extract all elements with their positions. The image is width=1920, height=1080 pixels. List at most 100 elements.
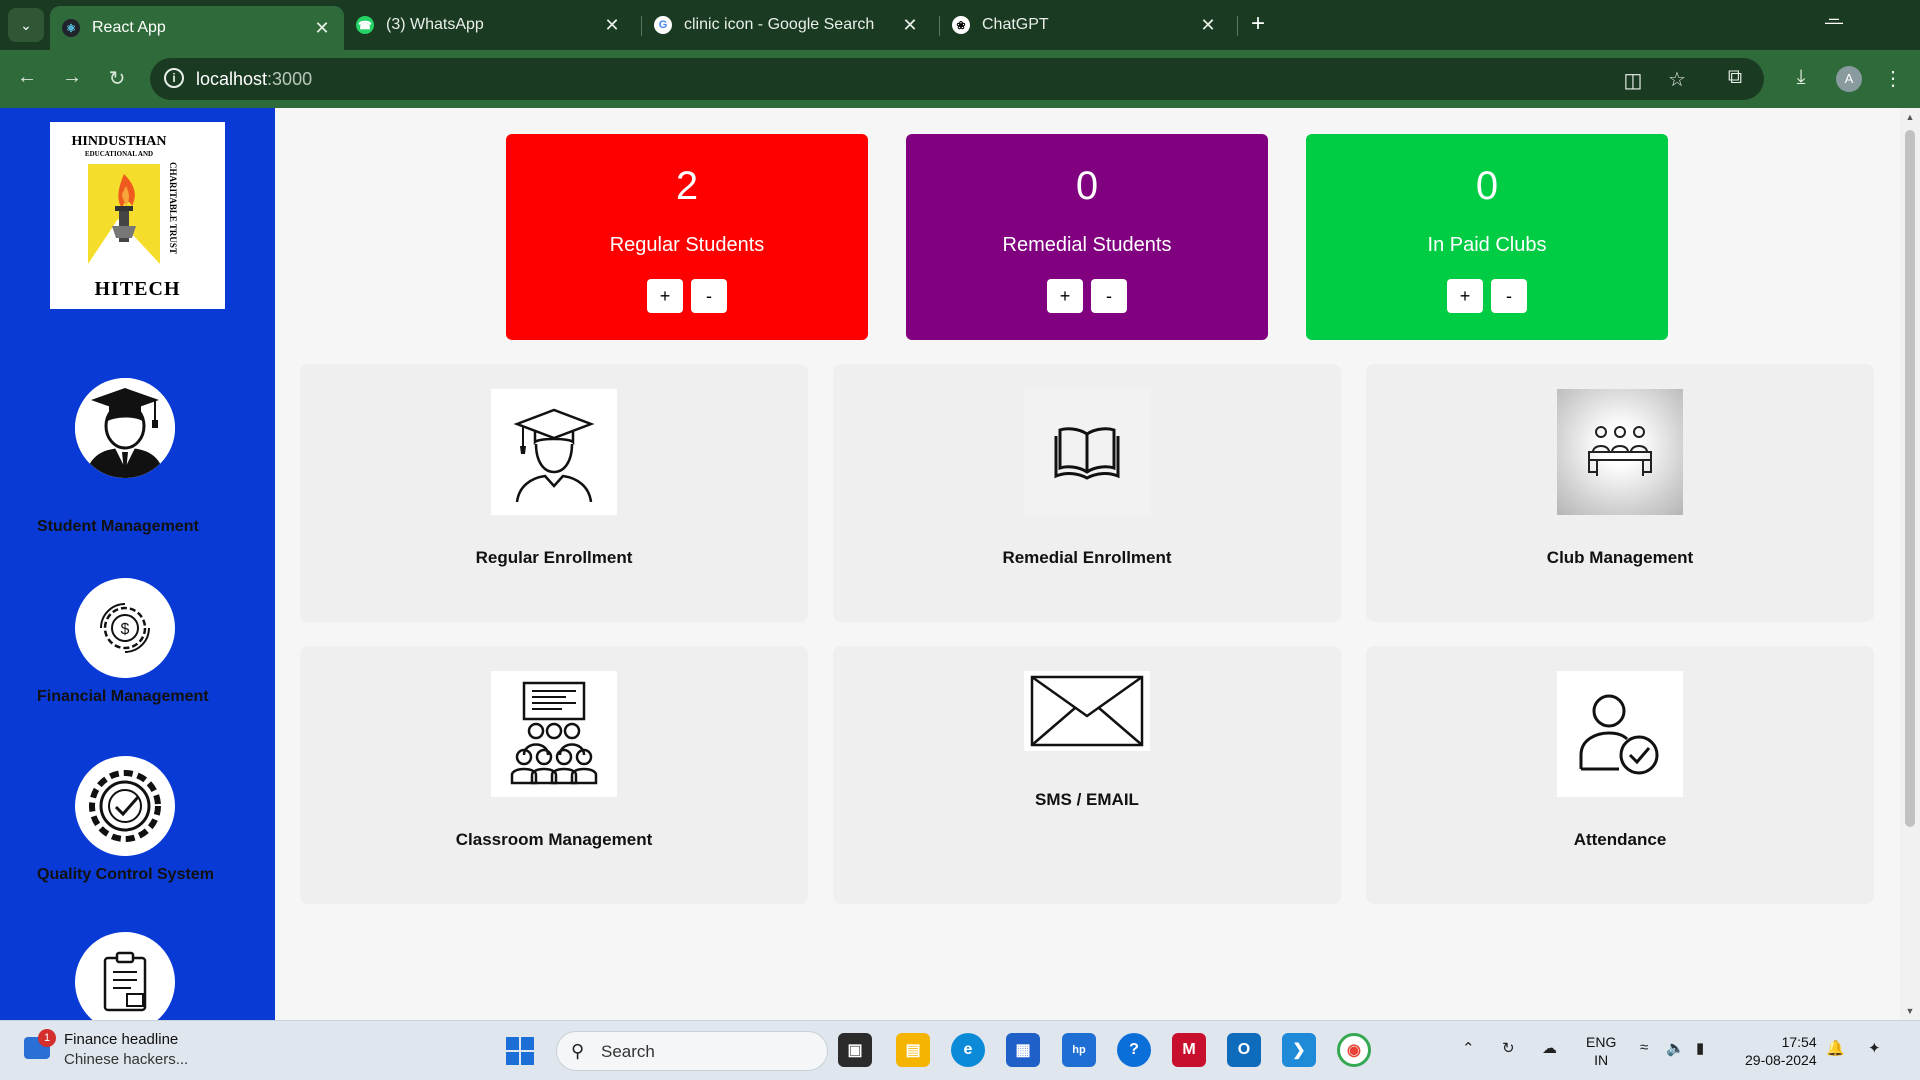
star-bookmark-icon[interactable]: ☆ [1664,67,1690,92]
new-tab-button[interactable]: + [1244,12,1272,38]
card-remedial-enrollment[interactable]: Remedial Enrollment [833,364,1341,622]
sync-icon[interactable]: ↻ [1502,1039,1515,1057]
increment-button[interactable]: + [647,279,683,313]
battery-icon[interactable]: ▮ [1696,1039,1704,1057]
stat-value: 0 [1075,164,1099,208]
logo-side-text: CHARITABLE TRUST [168,162,178,254]
card-label: Classroom Management [455,830,653,849]
hp-app-icon[interactable]: hp [1062,1033,1096,1067]
download-icon[interactable]: ⤓ [1788,66,1814,89]
language-indicator[interactable]: ENG IN [1586,1033,1616,1069]
stat-card-paid-clubs: 0 In Paid Clubs + - [1306,134,1668,340]
logo-top-text: HINDUSTHAN [71,134,167,149]
taskbar-search[interactable]: ⚲ Search [556,1031,828,1071]
help-icon[interactable]: ? [1117,1033,1151,1067]
sidebar-item-label: Quality Control System [37,866,214,883]
extensions-icon[interactable]: ⧉ [1722,66,1748,89]
sidebar-item-label: Financial Management [37,688,209,705]
logo-bottom-text: HITECH [94,278,181,300]
torch-emblem-icon [88,164,160,264]
quality-gear-icon [75,756,175,856]
chrome-icon[interactable]: ◉ [1337,1033,1371,1067]
stat-card-regular-students: 2 Regular Students + - [506,134,868,340]
chevron-down-icon: ⌄ [20,16,32,33]
tab-chatgpt[interactable]: ❀ ChatGPT ✕ [940,6,1230,44]
back-arrow-icon[interactable]: ← [14,66,40,89]
institution-logo: HINDUSTHAN EDUCATIONAL AND CHARITABLE TR… [50,122,225,309]
card-label: Remedial Enrollment [1002,548,1172,567]
logo-sub-text: EDUCATIONAL AND [84,150,154,158]
file-explorer-icon[interactable]: ▤ [896,1033,930,1067]
sidebar-item-student-management[interactable]: Student Management [0,378,275,568]
sidebar-item-checklist[interactable] [0,932,275,1020]
money-gear-icon: $ [75,578,175,678]
url-text[interactable]: localhost:3000 [196,69,312,90]
windows-start-icon[interactable] [506,1037,534,1065]
envelope-icon [1024,671,1150,751]
edge-browser-icon[interactable]: e [951,1033,985,1067]
sidebar: HINDUSTHAN EDUCATIONAL AND CHARITABLE TR… [0,108,275,1020]
whatsapp-icon: ☎ [356,16,374,34]
meeting-table-icon [1557,389,1683,515]
install-app-icon[interactable]: ◫ [1620,68,1646,93]
site-info-icon[interactable]: i [164,68,184,88]
task-view-icon[interactable]: ▣ [838,1033,872,1067]
card-club-management[interactable]: Club Management [1366,364,1874,622]
card-label: SMS / EMAIL [1035,790,1139,809]
stat-value: 0 [1475,164,1499,208]
forward-arrow-icon[interactable]: → [59,66,85,89]
tab-react-app[interactable]: ⚛ React App ✕ [50,6,344,50]
tab-title: React App [92,19,166,36]
react-logo-icon: ⚛ [62,19,80,37]
scroll-up-icon[interactable]: ▲ [1904,112,1916,122]
card-label: Club Management [1546,548,1694,567]
scroll-down-icon[interactable]: ▼ [1904,1006,1916,1016]
search-label: Search [601,1042,655,1061]
cloud-offline-icon[interactable]: ☁ [1542,1039,1557,1057]
card-attendance[interactable]: Attendance [1366,646,1874,904]
decrement-button[interactable]: - [691,279,727,313]
sidebar-item-quality-control-system[interactable]: Quality Control System [0,756,275,916]
kebab-menu-icon[interactable]: ⋮ [1880,66,1906,91]
user-check-icon [1557,671,1683,797]
store-icon[interactable]: ▦ [1006,1033,1040,1067]
close-icon[interactable]: ✕ [312,18,332,39]
card-regular-enrollment[interactable]: Regular Enrollment [300,364,808,622]
browser-tab-strip: ⌄ ⚛ React App ✕ ☎ (3) WhatsApp ✕ G clini… [0,0,1920,50]
close-icon[interactable]: ✕ [1198,15,1218,36]
card-classroom-management[interactable]: Classroom Management [300,646,808,904]
stat-label: In Paid Clubs [1427,234,1547,256]
tab-whatsapp[interactable]: ☎ (3) WhatsApp ✕ [344,6,634,44]
wifi-icon[interactable]: ≈ [1640,1039,1648,1056]
tab-search-button[interactable]: ⌄ [8,8,44,42]
close-icon[interactable]: ✕ [602,15,622,36]
increment-button[interactable]: + [1047,279,1083,313]
minimize-button[interactable]: – [1822,8,1846,29]
chatgpt-icon: ❀ [952,16,970,34]
decrement-button[interactable]: - [1091,279,1127,313]
graduate-outline-icon [491,389,617,515]
chevron-up-icon[interactable]: ⌃ [1462,1039,1475,1057]
news-title: Finance headline [64,1031,179,1048]
increment-button[interactable]: + [1447,279,1483,313]
copilot-icon[interactable]: ✦ [1868,1039,1881,1057]
close-icon[interactable]: ✕ [900,15,920,36]
mcafee-icon[interactable]: M [1172,1033,1206,1067]
vscode-icon[interactable]: ❯ [1282,1033,1316,1067]
sidebar-item-financial-management[interactable]: $ Financial Management [0,578,275,738]
reload-icon[interactable]: ↻ [104,66,130,91]
svg-text:$: $ [121,621,130,638]
tab-google-search[interactable]: G clinic icon - Google Search ✕ [642,6,932,44]
card-sms-email[interactable]: SMS / EMAIL [833,646,1341,904]
card-label: Attendance [1573,830,1667,849]
decrement-button[interactable]: - [1491,279,1527,313]
clock[interactable]: 17:54 29-08-2024 [1745,1033,1817,1069]
page-scrollbar[interactable]: ▲ ▼ [1900,108,1920,1020]
profile-avatar[interactable]: A [1836,66,1862,92]
outlook-icon[interactable]: O [1227,1033,1261,1067]
speaker-muted-icon[interactable]: 🔈 [1666,1039,1685,1057]
scroll-thumb[interactable] [1905,130,1915,827]
address-bar[interactable]: i localhost:3000 ◫ ☆ [150,58,1764,100]
notification-bell-icon[interactable]: 🔔 [1826,1039,1845,1057]
clipboard-checklist-icon [75,932,175,1020]
